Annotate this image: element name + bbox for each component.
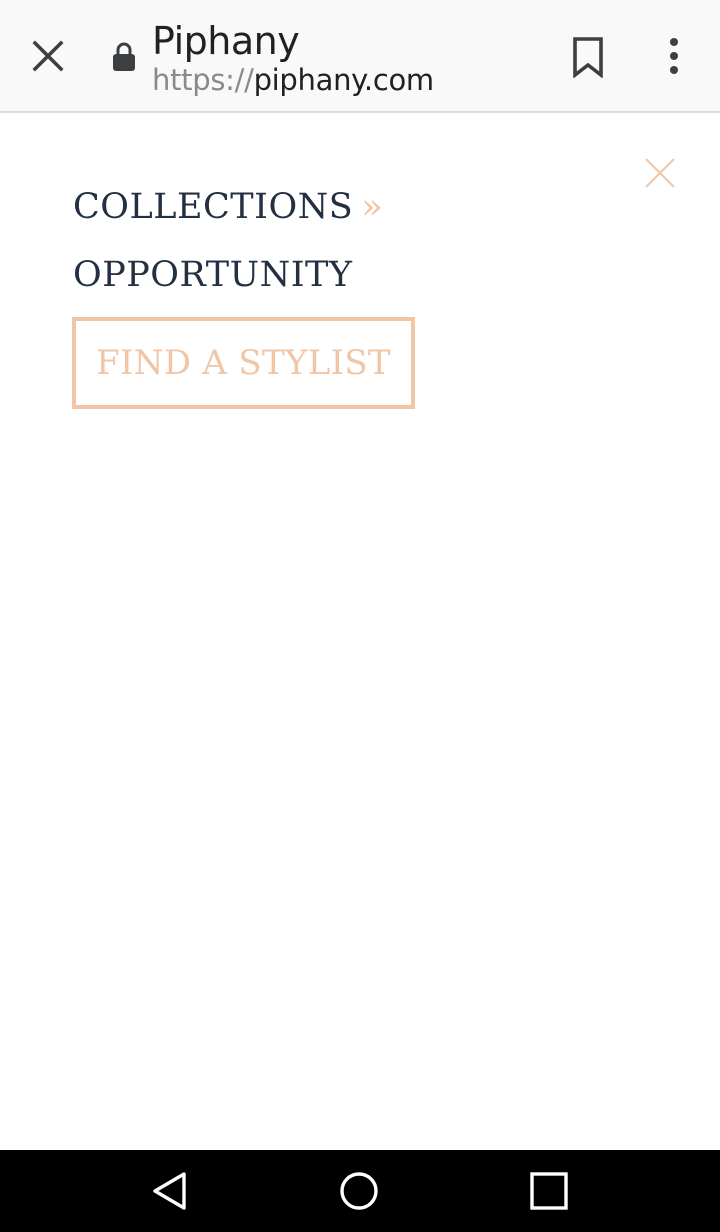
find-a-stylist-button[interactable]: FIND A STYLIST bbox=[72, 317, 415, 409]
more-vert-icon bbox=[670, 38, 678, 74]
nav-item-collections[interactable]: COLLECTIONS» bbox=[73, 185, 383, 229]
mobile-nav-menu: COLLECTIONS» OPPORTUNITY FIND A STYLIST bbox=[0, 115, 720, 1150]
url-scheme: https:// bbox=[152, 63, 254, 97]
recents-icon bbox=[530, 1172, 568, 1210]
url-display[interactable]: https://piphany.com bbox=[152, 62, 434, 98]
nav-item-label: OPPORTUNITY bbox=[73, 255, 353, 295]
nav-item-opportunity[interactable]: OPPORTUNITY bbox=[73, 253, 352, 297]
browser-toolbar: Piphany https://piphany.com bbox=[0, 0, 720, 113]
recents-button[interactable] bbox=[529, 1171, 569, 1211]
android-nav-bar bbox=[0, 1150, 720, 1232]
bookmark-button[interactable] bbox=[570, 36, 606, 79]
more-menu-button[interactable] bbox=[660, 36, 688, 78]
nav-item-label: COLLECTIONS bbox=[73, 187, 354, 227]
bookmark-icon bbox=[573, 37, 603, 79]
page-title: Piphany bbox=[152, 19, 300, 63]
home-icon bbox=[340, 1172, 378, 1210]
menu-close-button[interactable] bbox=[644, 157, 676, 189]
back-button[interactable] bbox=[150, 1171, 190, 1211]
close-icon bbox=[645, 158, 675, 188]
back-icon bbox=[153, 1172, 186, 1210]
close-icon bbox=[32, 40, 64, 72]
lock-icon bbox=[112, 42, 136, 72]
home-button[interactable] bbox=[338, 1170, 380, 1212]
url-host: piphany.com bbox=[253, 63, 435, 97]
chevron-double-right-icon: » bbox=[361, 187, 384, 227]
close-tab-button[interactable] bbox=[28, 36, 68, 76]
find-a-stylist-label: FIND A STYLIST bbox=[96, 343, 391, 383]
